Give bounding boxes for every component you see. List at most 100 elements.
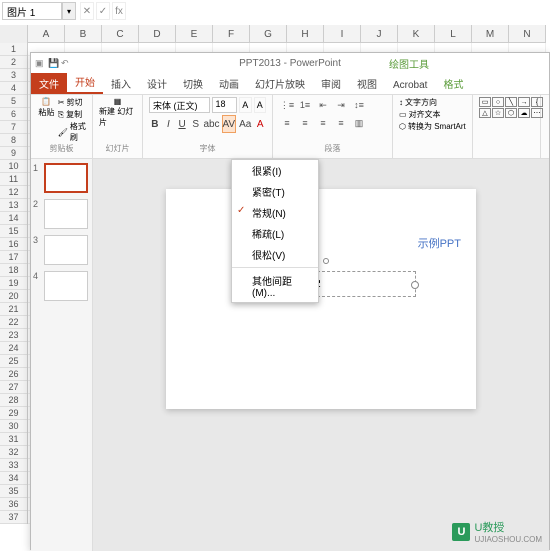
italic-button[interactable]: I xyxy=(163,115,175,133)
col-header[interactable]: D xyxy=(139,25,176,43)
shape-tri-icon[interactable]: △ xyxy=(479,108,491,118)
font-size-select[interactable]: 18 xyxy=(212,97,238,113)
row-header[interactable]: 12 xyxy=(0,186,27,199)
tab-file[interactable]: 文件 xyxy=(31,73,67,94)
indent-dec-button[interactable]: ⇤ xyxy=(315,97,331,113)
undo-icon[interactable]: ↶ xyxy=(61,58,71,68)
shape-line-icon[interactable]: ╲ xyxy=(505,97,517,107)
font-name-select[interactable]: 宋体 (正文) xyxy=(149,97,210,113)
slide-title-text[interactable]: 示例PPT xyxy=(418,235,461,251)
col-header[interactable]: G xyxy=(250,25,287,43)
col-header[interactable]: N xyxy=(509,25,546,43)
shape-hex-icon[interactable]: ⬡ xyxy=(505,108,517,118)
row-header[interactable]: 3 xyxy=(0,69,27,82)
excel-namebox[interactable]: 图片 1 xyxy=(2,2,62,20)
numbering-button[interactable]: 1≡ xyxy=(297,97,313,113)
col-header[interactable]: H xyxy=(287,25,324,43)
row-header[interactable]: 21 xyxy=(0,303,27,316)
confirm-icon[interactable]: ✓ xyxy=(96,2,110,20)
col-header[interactable]: E xyxy=(176,25,213,43)
tab-insert[interactable]: 插入 xyxy=(103,73,139,94)
row-header[interactable]: 10 xyxy=(0,160,27,173)
shape-cloud-icon[interactable]: ☁ xyxy=(518,108,530,118)
row-header[interactable]: 13 xyxy=(0,199,27,212)
paste-button[interactable]: 📋 粘贴 xyxy=(37,97,56,143)
smartart-button[interactable]: ⬡ 转换为 SmartArt xyxy=(399,121,466,132)
row-header[interactable]: 24 xyxy=(0,342,27,355)
col-header[interactable]: L xyxy=(435,25,472,43)
columns-button[interactable]: ▥ xyxy=(351,115,367,131)
align-text-button[interactable]: ▭ 对齐文本 xyxy=(399,109,466,120)
row-header[interactable]: 25 xyxy=(0,355,27,368)
row-header[interactable]: 28 xyxy=(0,394,27,407)
row-header[interactable]: 30 xyxy=(0,420,27,433)
row-header[interactable]: 35 xyxy=(0,485,27,498)
spacing-very-loose[interactable]: 很松(V) xyxy=(232,244,318,265)
row-header[interactable]: 23 xyxy=(0,329,27,342)
tab-format[interactable]: 格式 xyxy=(435,73,471,94)
tab-view[interactable]: 视图 xyxy=(349,73,385,94)
format-painter-button[interactable]: 🖌 格式刷 xyxy=(58,121,86,143)
col-header[interactable]: C xyxy=(102,25,139,43)
col-header[interactable]: I xyxy=(324,25,361,43)
row-header[interactable]: 27 xyxy=(0,381,27,394)
tab-animations[interactable]: 动画 xyxy=(211,73,247,94)
row-header[interactable]: 19 xyxy=(0,277,27,290)
row-header[interactable]: 7 xyxy=(0,121,27,134)
col-header[interactable]: J xyxy=(361,25,398,43)
row-header[interactable]: 14 xyxy=(0,212,27,225)
row-header[interactable]: 34 xyxy=(0,472,27,485)
spacing-loose[interactable]: 稀疏(L) xyxy=(232,223,318,244)
row-header[interactable]: 33 xyxy=(0,459,27,472)
text-direction-button[interactable]: ↕ 文字方向 xyxy=(399,97,466,108)
bullets-button[interactable]: ⋮≡ xyxy=(279,97,295,113)
select-all-corner[interactable] xyxy=(0,25,28,43)
row-header[interactable]: 36 xyxy=(0,498,27,511)
indent-inc-button[interactable]: ⇥ xyxy=(333,97,349,113)
cancel-icon[interactable]: ✕ xyxy=(80,2,94,20)
row-header[interactable]: 9 xyxy=(0,147,27,160)
row-header[interactable]: 15 xyxy=(0,225,27,238)
row-header[interactable]: 1 xyxy=(0,43,27,56)
row-header[interactable]: 31 xyxy=(0,433,27,446)
col-header[interactable]: F xyxy=(213,25,250,43)
bold-button[interactable]: B xyxy=(149,115,161,133)
char-spacing-button[interactable]: AV xyxy=(222,115,237,133)
thumbnail-item[interactable]: 2 xyxy=(33,199,90,229)
tab-slideshow[interactable]: 幻灯片放映 xyxy=(247,73,313,94)
fx-icon[interactable]: fx xyxy=(112,2,126,20)
change-case-button[interactable]: Aa xyxy=(238,115,252,133)
row-header[interactable]: 32 xyxy=(0,446,27,459)
copy-button[interactable]: ⎘ 复制 xyxy=(58,109,86,120)
row-header[interactable]: 22 xyxy=(0,316,27,329)
tab-acrobat[interactable]: Acrobat xyxy=(385,77,435,94)
row-header[interactable]: 37 xyxy=(0,511,27,524)
align-center-button[interactable]: ≡ xyxy=(297,115,313,131)
grow-font-button[interactable]: A xyxy=(239,97,252,113)
tab-home[interactable]: 开始 xyxy=(67,71,103,94)
shadow-button[interactable]: abc xyxy=(204,115,220,133)
shape-arrow-icon[interactable]: → xyxy=(518,97,530,107)
row-header[interactable]: 29 xyxy=(0,407,27,420)
namebox-dropdown[interactable]: ▾ xyxy=(62,2,76,20)
thumbnail-item[interactable]: 4 xyxy=(33,271,90,301)
thumbnail-item[interactable]: 3 xyxy=(33,235,90,265)
row-header[interactable]: 4 xyxy=(0,82,27,95)
col-header[interactable]: B xyxy=(65,25,102,43)
save-icon[interactable]: 💾 xyxy=(48,58,58,68)
col-header[interactable]: A xyxy=(28,25,65,43)
align-left-button[interactable]: ≡ xyxy=(279,115,295,131)
thumbnail-item[interactable]: 1 xyxy=(33,163,90,193)
row-header[interactable]: 8 xyxy=(0,134,27,147)
col-header[interactable]: M xyxy=(472,25,509,43)
shape-rect-icon[interactable]: ▭ xyxy=(479,97,491,107)
shape-star-icon[interactable]: ☆ xyxy=(492,108,504,118)
shape-brace-icon[interactable]: { xyxy=(531,97,543,107)
row-header[interactable]: 11 xyxy=(0,173,27,186)
row-header[interactable]: 18 xyxy=(0,264,27,277)
justify-button[interactable]: ≡ xyxy=(333,115,349,131)
row-header[interactable]: 17 xyxy=(0,251,27,264)
shape-more-icon[interactable]: ⋯ xyxy=(531,108,543,118)
row-header[interactable]: 5 xyxy=(0,95,27,108)
align-right-button[interactable]: ≡ xyxy=(315,115,331,131)
